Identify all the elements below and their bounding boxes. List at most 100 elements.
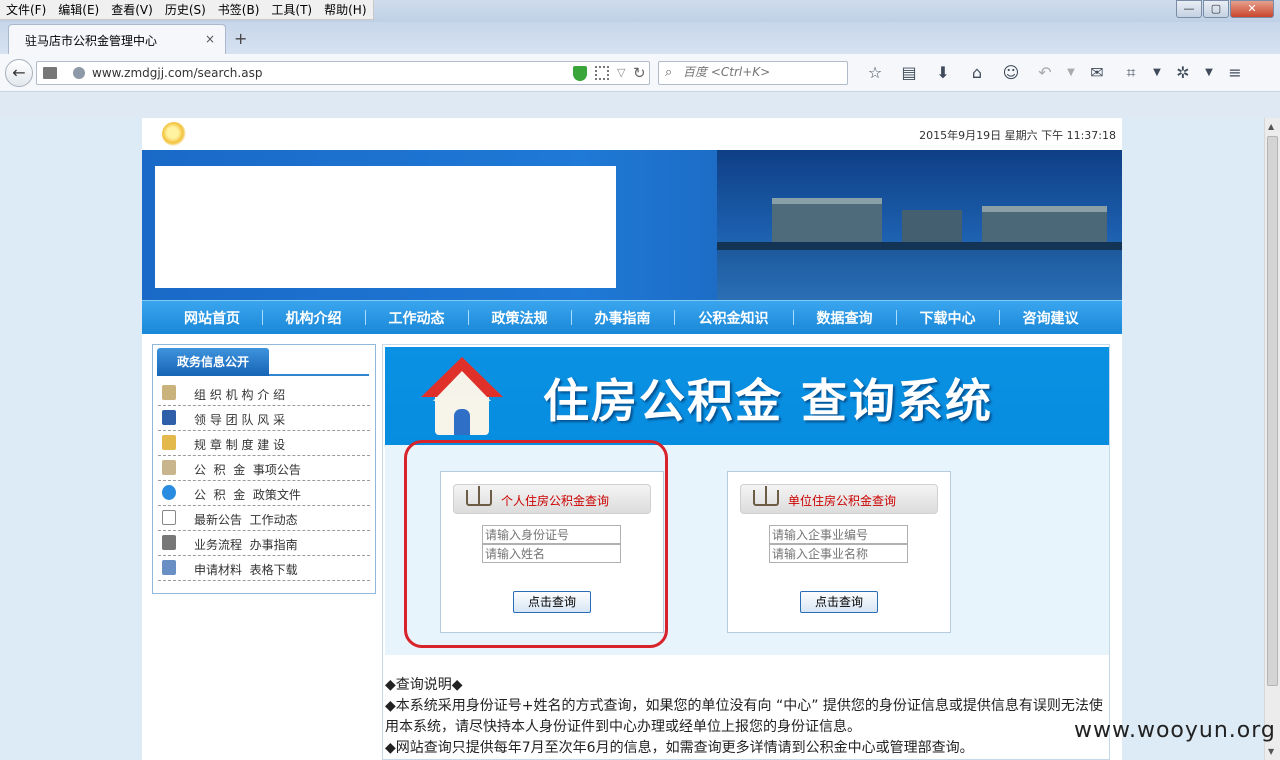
nav-data-query[interactable]: 数据查询 bbox=[793, 308, 896, 328]
bookmark-bar bbox=[0, 92, 1280, 118]
sidebar-item-label[interactable]: 业务流程 办事指南 bbox=[194, 536, 298, 553]
document-icon bbox=[162, 560, 176, 575]
sidebar-list: 组 织 机 构 介 绍 领 导 团 队 风 采 规 章 制 度 建 设 公 积 … bbox=[158, 381, 370, 581]
sidebar-item-label[interactable]: 申请材料 表格下载 bbox=[194, 561, 298, 578]
weather-sun-icon bbox=[162, 122, 186, 146]
menu-tools[interactable]: 工具(T) bbox=[265, 0, 318, 19]
menu-bookmarks[interactable]: 书签(B) bbox=[212, 0, 266, 19]
reading-list-icon[interactable]: ▤ bbox=[892, 62, 926, 84]
url-text[interactable]: www.zmdgjj.com/search.asp bbox=[92, 66, 262, 80]
nav-download[interactable]: 下载中心 bbox=[896, 308, 999, 328]
search-input[interactable] bbox=[683, 65, 843, 79]
undo-dropdown-icon[interactable]: ▼ bbox=[1062, 62, 1080, 84]
vertical-scrollbar[interactable]: ▲ ▼ bbox=[1264, 118, 1280, 760]
sidebar-item[interactable]: 业务流程 办事指南 bbox=[158, 531, 370, 556]
sidebar-item-label[interactable]: 组 织 机 构 介 绍 bbox=[194, 386, 285, 403]
home-icon[interactable]: ⌂ bbox=[960, 62, 994, 84]
qr-code-icon[interactable] bbox=[595, 66, 609, 80]
minimize-button[interactable]: — bbox=[1176, 0, 1202, 18]
site-page: 2015年9月19日 星期六 下午 11:37:18 网站首页 机构介绍 工作动… bbox=[142, 118, 1122, 760]
book-icon bbox=[162, 385, 176, 400]
sidebar-title: 政务信息公开 bbox=[157, 348, 269, 376]
search-bar[interactable]: ⌕ bbox=[658, 61, 848, 85]
reload-icon[interactable]: ↻ bbox=[633, 64, 646, 82]
sidebar-item-label[interactable]: 最新公告 工作动态 bbox=[194, 511, 298, 528]
scroll-down-icon[interactable]: ▼ bbox=[1268, 747, 1274, 756]
nav-policy[interactable]: 政策法规 bbox=[468, 308, 571, 328]
sidebar-item[interactable]: 组 织 机 构 介 绍 bbox=[158, 381, 370, 406]
red-highlight-annotation bbox=[404, 440, 668, 648]
house-icon bbox=[419, 353, 505, 439]
logo-area bbox=[155, 166, 616, 288]
url-bar[interactable]: www.zmdgjj.com/search.asp ▽ ↻ bbox=[36, 61, 650, 85]
url-dropdown-icon[interactable]: ▽ bbox=[617, 66, 625, 79]
close-window-button[interactable]: ✕ bbox=[1230, 0, 1274, 18]
menu-view[interactable]: 查看(V) bbox=[105, 0, 159, 19]
menu-edit[interactable]: 编辑(E) bbox=[52, 0, 105, 19]
navigation-toolbar: ← www.zmdgjj.com/search.asp ▽ ↻ ⌕ ☆ ▤ ⬇ … bbox=[0, 54, 1280, 92]
header-banner bbox=[142, 150, 1122, 300]
unit-query-button[interactable]: 点击查询 bbox=[800, 591, 878, 613]
sidebar-item[interactable]: 公 积 金 政策文件 bbox=[158, 481, 370, 506]
sidebar-header: 政务信息公开 bbox=[157, 348, 369, 376]
unit-number-input[interactable] bbox=[769, 525, 908, 544]
sidebar-item-label[interactable]: 规 章 制 度 建 设 bbox=[194, 436, 285, 453]
comment-icon[interactable]: ✉ bbox=[1080, 62, 1114, 84]
notes-paragraph: ◆本系统采用身份证号+姓名的方式查询，如果您的单位没有向 “中心” 提供您的身份… bbox=[385, 698, 1103, 735]
nav-guide[interactable]: 办事指南 bbox=[571, 308, 674, 328]
maximize-button[interactable]: ▢ bbox=[1203, 0, 1229, 18]
unit-query-box: 单位住房公积金查询 点击查询 bbox=[727, 471, 951, 633]
water-reflection bbox=[717, 250, 1122, 300]
page-viewport: 2015年9月19日 星期六 下午 11:37:18 网站首页 机构介绍 工作动… bbox=[0, 118, 1264, 760]
crop-dropdown-icon[interactable]: ▼ bbox=[1148, 62, 1166, 84]
back-button[interactable]: ← bbox=[5, 59, 33, 87]
download-icon[interactable]: ⬇ bbox=[926, 62, 960, 84]
bookmark-star-icon[interactable]: ☆ bbox=[858, 62, 892, 84]
sidebar-item-label[interactable]: 公 积 金 政策文件 bbox=[194, 486, 301, 503]
menu-file[interactable]: 文件(F) bbox=[0, 0, 52, 19]
extension-icon[interactable]: ✲ bbox=[1166, 62, 1200, 84]
clipboard-icon bbox=[162, 510, 176, 525]
shield-icon[interactable] bbox=[573, 66, 587, 81]
file-blue-icon bbox=[162, 410, 176, 425]
folder-icon bbox=[162, 435, 176, 450]
unit-query-title: 单位住房公积金查询 bbox=[788, 494, 897, 508]
sidebar-item-label[interactable]: 公 积 金 事项公告 bbox=[194, 461, 301, 478]
sidebar-item[interactable]: 规 章 制 度 建 设 bbox=[158, 431, 370, 456]
nav-knowledge[interactable]: 公积金知识 bbox=[674, 308, 793, 328]
menu-history[interactable]: 历史(S) bbox=[159, 0, 212, 19]
toolbar-icons: ☆ ▤ ⬇ ⌂ ☺ ↶ ▼ ✉ ⌗ ▼ ✲ ▼ ≡ bbox=[858, 62, 1252, 84]
undo-icon[interactable]: ↶ bbox=[1028, 62, 1062, 84]
query-notes: ◆查询说明◆ ◆本系统采用身份证号+姓名的方式查询，如果您的单位没有向 “中心”… bbox=[385, 675, 1109, 759]
tab-close-icon[interactable]: × bbox=[205, 32, 215, 46]
menu-bar: 文件(F) 编辑(E) 查看(V) 历史(S) 书签(B) 工具(T) 帮助(H… bbox=[0, 0, 374, 20]
nav-about[interactable]: 机构介绍 bbox=[262, 308, 365, 328]
site-identity-icon[interactable] bbox=[73, 67, 85, 79]
open-book-icon bbox=[753, 486, 779, 506]
query-banner-title: 住房公积金 查询系统 bbox=[543, 374, 994, 428]
chat-icon[interactable]: ☺ bbox=[994, 62, 1028, 84]
sidebar-item[interactable]: 申请材料 表格下载 bbox=[158, 556, 370, 581]
search-icon: ⌕ bbox=[665, 65, 673, 80]
top-strip: 2015年9月19日 星期六 下午 11:37:18 bbox=[142, 118, 1122, 150]
window-titlebar: 文件(F) 编辑(E) 查看(V) 历史(S) 书签(B) 工具(T) 帮助(H… bbox=[0, 0, 1280, 22]
menu-help[interactable]: 帮助(H) bbox=[318, 0, 372, 19]
browser-tab[interactable]: 驻马店市公积金管理中心 × bbox=[8, 24, 226, 54]
hamburger-menu-icon[interactable]: ≡ bbox=[1218, 62, 1252, 84]
unit-name-input[interactable] bbox=[769, 544, 908, 563]
watermark: www.wooyun.org bbox=[1074, 718, 1276, 743]
sidebar-item[interactable]: 领 导 团 队 风 采 bbox=[158, 406, 370, 431]
sidebar-item[interactable]: 公 积 金 事项公告 bbox=[158, 456, 370, 481]
crop-icon[interactable]: ⌗ bbox=[1114, 62, 1148, 84]
scroll-up-icon[interactable]: ▲ bbox=[1268, 122, 1274, 131]
extension-dropdown-icon[interactable]: ▼ bbox=[1200, 62, 1218, 84]
notes-paragraph: ◆网站查询只提供每年7月至次年6月的信息，如需查询更多详情请到公积金中心或管理部… bbox=[385, 740, 974, 756]
sidebar-item[interactable]: 最新公告 工作动态 bbox=[158, 506, 370, 531]
sidebar-item-label[interactable]: 领 导 团 队 风 采 bbox=[194, 411, 285, 428]
nav-consult[interactable]: 咨询建议 bbox=[999, 308, 1102, 328]
scrollbar-thumb[interactable] bbox=[1267, 136, 1278, 686]
nav-news[interactable]: 工作动态 bbox=[365, 308, 468, 328]
query-banner: 住房公积金 查询系统 bbox=[385, 347, 1109, 445]
new-tab-button[interactable]: + bbox=[234, 29, 247, 48]
nav-home[interactable]: 网站首页 bbox=[162, 308, 262, 328]
